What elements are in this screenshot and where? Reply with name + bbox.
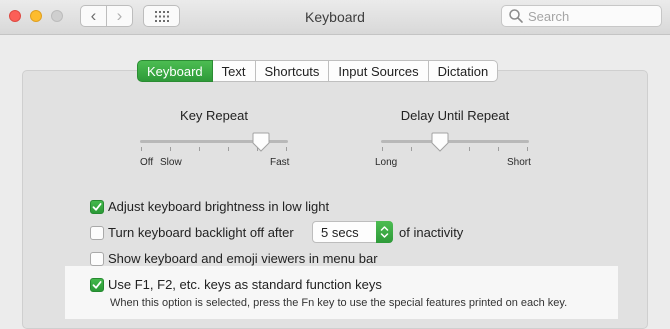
backlight-off-label: Turn keyboard backlight off after	[108, 225, 294, 240]
delay-until-repeat-title: Delay Until Repeat	[400, 108, 510, 123]
key-repeat-tick	[228, 147, 229, 151]
delay-tick	[382, 147, 383, 151]
tab-input-sources[interactable]: Input Sources	[329, 60, 429, 82]
key-repeat-tick	[199, 147, 200, 151]
checkmark-icon	[92, 280, 102, 289]
key-repeat-slow-label: Slow	[160, 157, 182, 168]
search-placeholder: Search	[528, 8, 570, 24]
function-keys-highlight	[65, 266, 618, 319]
key-repeat-off-label: Off	[140, 157, 154, 168]
delay-until-repeat-knob[interactable]	[431, 132, 449, 152]
function-keys-checkbox[interactable]	[90, 277, 104, 292]
show-viewers-option[interactable]: Show keyboard and emoji viewers in menu …	[90, 251, 378, 266]
delay-track[interactable]	[381, 140, 529, 143]
key-repeat-fast-label: Fast	[270, 157, 290, 168]
tab-text[interactable]: Text	[212, 60, 256, 82]
inactivity-duration-select[interactable]: 5 secs	[312, 221, 393, 243]
tab-dictation[interactable]: Dictation	[428, 60, 499, 82]
stepper-chevrons-icon	[376, 221, 393, 243]
inactivity-suffix-label: of inactivity	[399, 225, 464, 240]
tab-shortcuts[interactable]: Shortcuts	[255, 60, 330, 82]
delay-short-label: Short	[507, 157, 531, 168]
search-field[interactable]: Search	[501, 5, 662, 27]
show-viewers-checkbox[interactable]	[90, 251, 104, 266]
function-keys-option[interactable]: Use F1, F2, etc. keys as standard functi…	[90, 277, 382, 292]
delay-tick	[469, 147, 470, 151]
tab-keyboard[interactable]: Keyboard	[137, 60, 213, 82]
search-icon	[509, 9, 523, 23]
inactivity-duration-value: 5 secs	[321, 224, 359, 240]
backlight-off-checkbox[interactable]	[90, 225, 104, 240]
key-repeat-tick	[141, 147, 142, 151]
delay-tick	[527, 147, 528, 151]
function-keys-help-text: When this option is selected, press the …	[110, 297, 568, 309]
key-repeat-knob[interactable]	[252, 132, 270, 152]
delay-tick	[411, 147, 412, 151]
adjust-brightness-label: Adjust keyboard brightness in low light	[108, 199, 330, 214]
delay-tick	[498, 147, 499, 151]
adjust-brightness-checkbox[interactable]	[90, 199, 104, 214]
delay-long-label: Long	[375, 157, 398, 168]
title-bar: ‹ › Keyboard Search	[0, 0, 670, 35]
show-viewers-label: Show keyboard and emoji viewers in menu …	[108, 251, 378, 266]
key-repeat-title: Key Repeat	[180, 108, 248, 123]
backlight-off-option[interactable]: Turn keyboard backlight off after	[90, 225, 294, 240]
key-repeat-tick	[170, 147, 171, 151]
adjust-brightness-option[interactable]: Adjust keyboard brightness in low light	[90, 199, 329, 214]
tab-bar: Keyboard Text Shortcuts Input Sources Di…	[137, 60, 499, 82]
checkmark-icon	[92, 202, 102, 211]
key-repeat-tick	[286, 147, 287, 151]
preferences-window: ‹ › Keyboard Search Keyboard Text Shortc…	[0, 0, 670, 329]
function-keys-label: Use F1, F2, etc. keys as standard functi…	[108, 277, 382, 292]
